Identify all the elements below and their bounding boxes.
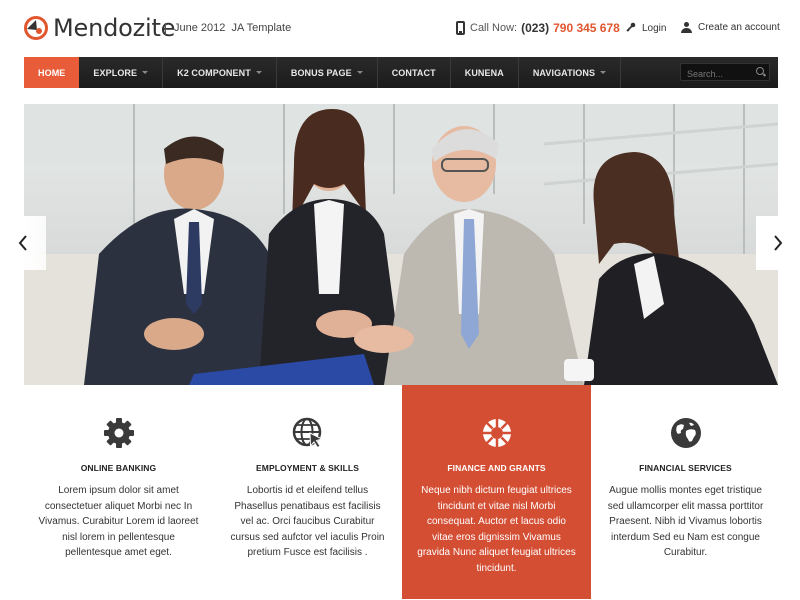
feature-title: ONLINE BANKING [80,463,157,473]
call-now: Call Now: (023) 790 345 678 [456,21,620,35]
feature-title: EMPLOYMENT & SKILLS [256,463,359,473]
feature-text: Lorem ipsum dolor sit amet consectetuer … [38,485,199,558]
call-label: Call Now: [470,22,518,34]
site-logo[interactable]: Mendozite [24,14,175,42]
nav-item-contact[interactable]: CONTACT [378,57,451,88]
nav-label-home: HOME [38,67,66,78]
user-icon [681,22,692,33]
feature-text: Lobortis id et eleifend tellus Phasellus… [230,485,385,558]
chevron-down-icon [356,71,363,74]
feature-text: Neque nibh dictum feugiat ultrices tinci… [417,485,576,574]
phone-icon [456,21,465,35]
call-area-code: (023) [521,21,550,35]
hero-slider[interactable] [24,104,778,385]
login-label: Login [642,23,667,34]
feature-title: FINANCIAL SERVICES [639,463,732,473]
logo-mark-icon [24,16,48,40]
hero-image [24,104,778,385]
nav-label-bonus-page: BONUS PAGE [290,67,352,78]
nav-label-k2-component: K2 COMPONENT [177,67,251,78]
site-tagline: June 2012 JA Template [174,22,292,34]
nav-item-k2-component[interactable]: K2 COMPONENT [163,57,277,88]
main-nav: HOME EXPLORE K2 COMPONENT BONUS PAGE CON… [24,57,778,88]
search-box [680,63,770,82]
feature-finance-grants: FINANCE AND GRANTS Neque nibh dictum feu… [402,385,591,599]
call-number: 790 345 678 [553,21,620,35]
feature-text: Augue mollis montes eget tristique sed u… [607,485,764,558]
nav-label-navigations: NAVIGATIONS [532,67,596,78]
chevron-down-icon [142,71,149,74]
key-icon [626,22,636,35]
chevron-down-icon [600,71,607,74]
nav-label-kunena: KUNENA [464,67,504,78]
logo-text: Mendozite [53,14,176,42]
nav-item-kunena[interactable]: KUNENA [451,57,519,88]
feature-financial-services: FINANCIAL SERVICES Augue mollis montes e… [591,385,780,599]
feature-employment-skills: EMPLOYMENT & SKILLS Lobortis id et eleif… [213,385,402,599]
create-account-link[interactable]: Create an account [681,22,780,33]
chevron-down-icon [255,71,262,74]
login-link[interactable]: Login [626,22,666,35]
search-input[interactable] [681,66,751,82]
slider-prev-button[interactable] [0,216,46,270]
nav-item-bonus-page[interactable]: BONUS PAGE [277,57,378,88]
slider-next-button[interactable] [756,216,800,270]
create-account-label: Create an account [698,22,780,33]
site-header: Mendozite June 2012 JA Template Call Now… [0,0,800,56]
search-icon[interactable] [756,67,764,75]
nav-label-contact: CONTACT [391,67,436,78]
tagline-divider [165,23,166,35]
nav-item-navigations[interactable]: NAVIGATIONS [519,57,622,88]
chevron-left-icon [18,235,27,251]
chevron-right-icon [774,235,783,251]
nav-item-explore[interactable]: EXPLORE [79,57,164,88]
feature-online-banking: ONLINE BANKING Lorem ipsum dolor sit ame… [24,385,213,599]
feature-title: FINANCE AND GRANTS [447,463,546,473]
globe-cursor-icon [292,417,324,449]
nav-label-explore: EXPLORE [93,67,138,78]
nav-item-home[interactable]: HOME [24,57,80,88]
world-icon [671,418,701,448]
gear-icon [104,418,134,448]
lifebuoy-icon [483,419,511,447]
